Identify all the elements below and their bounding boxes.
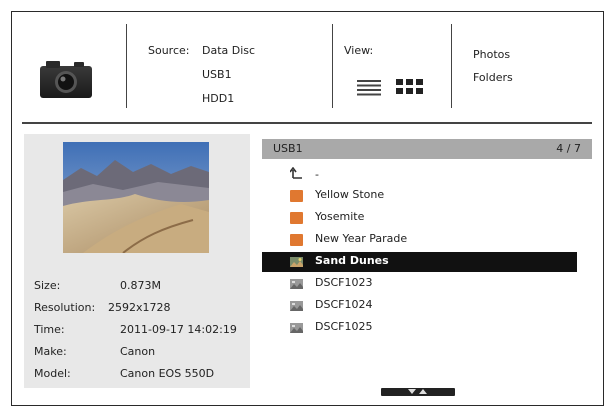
preview-panel: Size: 0.873M Resolution: 2592x1728 Time:… bbox=[24, 134, 250, 388]
list-item-label: DSCF1024 bbox=[315, 298, 373, 311]
source-option-usb1[interactable]: USB1 bbox=[202, 68, 232, 81]
list-item[interactable]: Yellow Stone bbox=[262, 186, 577, 206]
media-browser-window: Source: Data Disc USB1 HDD1 View: Photos… bbox=[11, 11, 604, 406]
info-value-model: Canon EOS 550D bbox=[120, 367, 215, 380]
header-divider bbox=[451, 24, 452, 108]
folder-icon bbox=[290, 234, 303, 246]
grid-view-icon[interactable] bbox=[396, 79, 424, 95]
info-value-time: 2011-09-17 14:02:19 bbox=[120, 323, 237, 336]
list-item[interactable]: DSCF1025 bbox=[262, 318, 577, 338]
info-label-make: Make: bbox=[34, 345, 67, 358]
list-item[interactable]: New Year Parade bbox=[262, 230, 577, 250]
page-counter: 4 / 7 bbox=[556, 142, 581, 155]
info-label-time: Time: bbox=[34, 323, 65, 336]
photo-icon bbox=[290, 323, 303, 333]
current-location: USB1 bbox=[273, 142, 303, 155]
view-label: View: bbox=[344, 44, 374, 57]
list-item[interactable]: DSCF1023 bbox=[262, 274, 577, 294]
info-value-make: Canon bbox=[120, 345, 156, 358]
parent-folder-row[interactable]: - bbox=[262, 164, 577, 184]
source-option-hdd1[interactable]: HDD1 bbox=[202, 92, 234, 105]
folder-icon bbox=[290, 190, 303, 202]
page-up-down-icon bbox=[408, 389, 427, 394]
list-item-label: Yellow Stone bbox=[315, 188, 385, 201]
list-item[interactable]: DSCF1024 bbox=[262, 296, 577, 316]
view-option-folders[interactable]: Folders bbox=[473, 71, 513, 84]
header-separator bbox=[22, 122, 592, 124]
list-item-label: Sand Dunes bbox=[315, 254, 389, 267]
list-item-label: DSCF1025 bbox=[315, 320, 373, 333]
source-label: Source: bbox=[148, 44, 190, 57]
info-value-size: 0.873M bbox=[120, 279, 161, 292]
list-item-label: New Year Parade bbox=[315, 232, 408, 245]
source-option-data-disc[interactable]: Data Disc bbox=[202, 44, 255, 57]
camera-icon bbox=[40, 61, 92, 98]
photo-thumbnail bbox=[63, 142, 209, 253]
parent-folder-label: - bbox=[315, 168, 319, 181]
photo-icon bbox=[290, 257, 303, 267]
page-scroll-control[interactable] bbox=[381, 388, 455, 396]
photo-icon bbox=[290, 279, 303, 289]
header-divider bbox=[126, 24, 127, 108]
info-label-size: Size: bbox=[34, 279, 61, 292]
list-item[interactable]: Yosemite bbox=[262, 208, 577, 228]
info-label-model: Model: bbox=[34, 367, 71, 380]
file-list-header: USB1 4 / 7 bbox=[262, 139, 592, 159]
up-arrow-icon bbox=[290, 167, 302, 179]
list-item-label: DSCF1023 bbox=[315, 276, 373, 289]
folder-icon bbox=[290, 212, 303, 224]
list-item-selected[interactable]: Sand Dunes bbox=[262, 252, 577, 272]
view-option-photos[interactable]: Photos bbox=[473, 48, 510, 61]
photo-icon bbox=[290, 301, 303, 311]
info-label-resolution: Resolution: bbox=[34, 301, 96, 314]
header-divider bbox=[332, 24, 333, 108]
list-item-label: Yosemite bbox=[315, 210, 365, 223]
list-view-icon[interactable] bbox=[357, 80, 381, 96]
info-value-resolution: 2592x1728 bbox=[108, 301, 171, 314]
